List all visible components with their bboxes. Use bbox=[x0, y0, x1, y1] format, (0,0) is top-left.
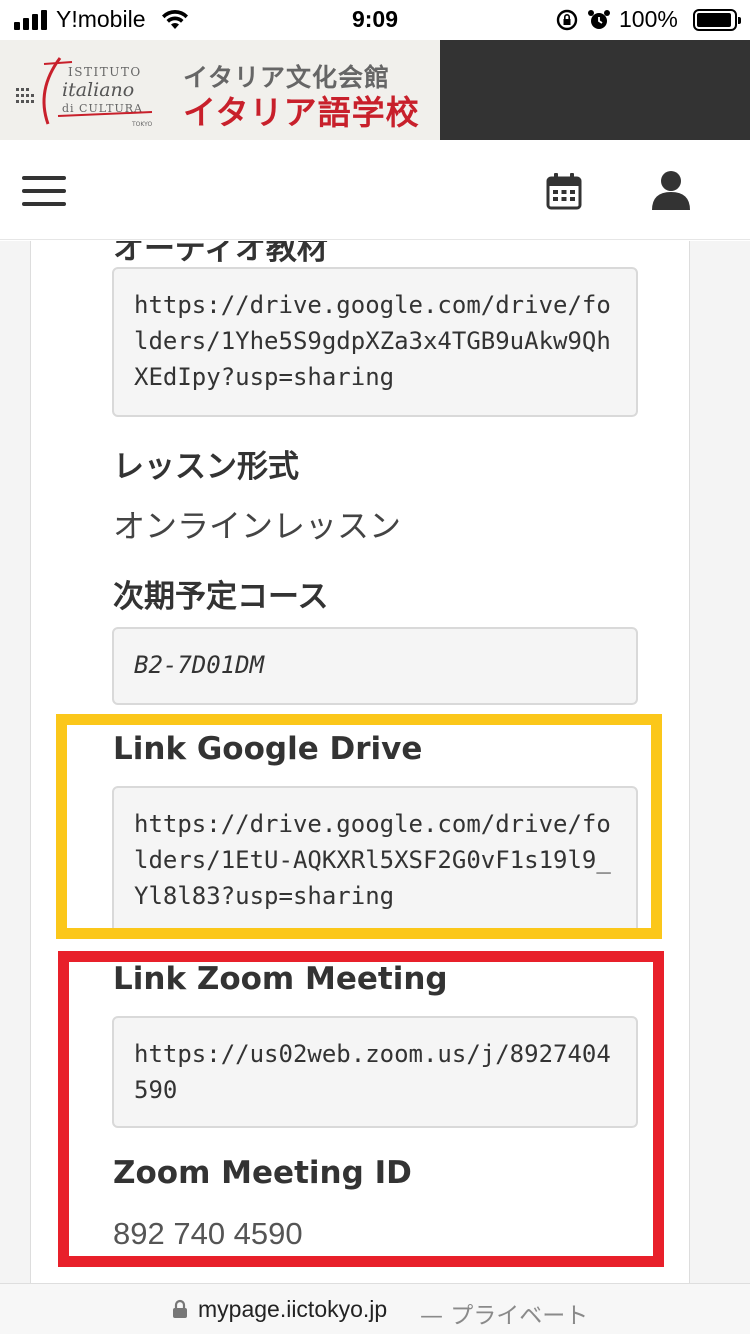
lock-icon bbox=[173, 1299, 187, 1318]
hamburger-menu-icon[interactable] bbox=[22, 176, 66, 206]
zoom-highlight-box bbox=[58, 951, 664, 1267]
navigation-bar bbox=[0, 140, 750, 240]
browser-url-bar[interactable]: mypage.iictokyo.jp — プライベート bbox=[0, 1283, 750, 1334]
orientation-lock-icon bbox=[556, 9, 578, 31]
user-icon[interactable] bbox=[650, 170, 692, 210]
banner-logo-area: ISTITUTO italiano di CULTURA TOKYO イタリア文… bbox=[0, 40, 440, 140]
svg-text:ISTITUTO: ISTITUTO bbox=[68, 65, 142, 79]
svg-text:italiano: italiano bbox=[62, 79, 134, 101]
lesson-format-value: オンラインレッスン bbox=[113, 507, 402, 545]
next-course-field[interactable]: B2-7D01DM bbox=[112, 627, 638, 705]
battery-percent: 100% bbox=[619, 6, 678, 32]
lesson-format-label: レッスン形式 bbox=[113, 449, 299, 485]
audio-material-link-field[interactable]: https://drive.google.com/drive/folders/1… bbox=[112, 267, 638, 417]
school-name-jp: イタリア語学校 bbox=[183, 93, 420, 132]
private-browsing-label: — プライベート bbox=[420, 1303, 589, 1329]
calendar-icon[interactable] bbox=[546, 172, 582, 210]
google-drive-highlight-box bbox=[56, 714, 662, 939]
istituto-italiano-di-cultura-logo: ISTITUTO italiano di CULTURA TOKYO bbox=[16, 57, 152, 128]
svg-text:TOKYO: TOKYO bbox=[131, 121, 152, 128]
audio-material-label: オーディオ教材 bbox=[113, 241, 328, 267]
url-domain: mypage.iictokyo.jp bbox=[198, 1296, 388, 1322]
main-content: オーディオ教材 https://drive.google.com/drive/f… bbox=[0, 241, 750, 1283]
alarm-icon bbox=[588, 10, 610, 29]
site-banner[interactable]: ISTITUTO italiano di CULTURA TOKYO イタリア文… bbox=[0, 40, 750, 140]
battery-icon bbox=[693, 9, 741, 31]
next-course-label: 次期予定コース bbox=[113, 579, 329, 615]
status-bar: Y!mobile 9:09 100% bbox=[0, 0, 750, 40]
banner-dark-panel bbox=[440, 40, 750, 140]
